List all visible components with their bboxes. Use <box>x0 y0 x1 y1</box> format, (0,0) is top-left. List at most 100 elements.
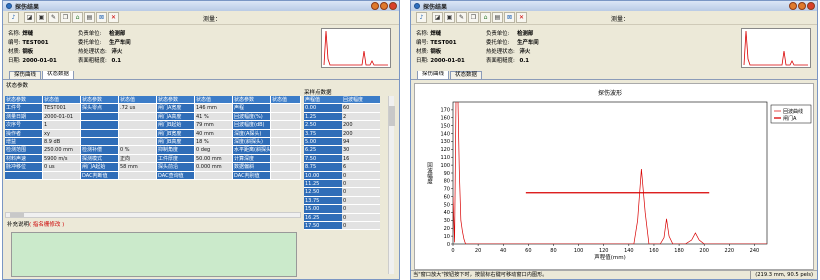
sample-amplitude-cell[interactable]: 0 <box>342 196 380 206</box>
close-window-button[interactable] <box>807 2 815 10</box>
status-value-cell[interactable]: 正向 <box>119 154 157 164</box>
sample-amplitude-cell[interactable]: 0 <box>342 171 380 180</box>
sample-amplitude-cell[interactable]: 6 <box>342 163 380 172</box>
status-param-cell[interactable]: 闸门A宽度 <box>157 104 195 113</box>
status-value-cell[interactable]: 58 mm <box>119 163 157 172</box>
close-window-button[interactable] <box>389 2 397 10</box>
sample-distance-cell[interactable]: 2.50 <box>304 121 342 130</box>
status-value-cell[interactable]: 1 <box>43 121 81 130</box>
sample-distance-cell[interactable]: 17.50 <box>304 222 342 231</box>
waveform-thumbnail[interactable] <box>321 28 391 68</box>
status-param-cell[interactable]: 闸门B宽度 <box>157 129 195 138</box>
status-param-cell[interactable]: 工件厚度 <box>157 154 195 164</box>
sample-distance-cell[interactable]: 15.00 <box>304 205 342 214</box>
status-value-cell[interactable] <box>43 171 81 180</box>
status-param-cell[interactable]: 计算深度 <box>233 154 271 164</box>
status-value-cell[interactable] <box>271 138 301 147</box>
sample-distance-cell[interactable]: 11.25 <box>304 180 342 189</box>
tab-curve[interactable]: 探伤曲线 <box>9 71 42 79</box>
status-param-cell[interactable]: 工件号 <box>5 104 43 113</box>
sample-distance-cell[interactable]: 12.50 <box>304 188 342 197</box>
sample-amplitude-cell[interactable]: 0 <box>342 205 380 214</box>
status-param-cell[interactable]: 探测模式 <box>81 154 119 164</box>
export-icon[interactable]: ⌂ <box>480 12 491 23</box>
sample-distance-cell[interactable]: 5.00 <box>304 138 342 147</box>
maximize-button[interactable] <box>798 2 806 10</box>
chart-area[interactable]: 探伤波形 0 10 20 30 40 50 60 70 80 90 100 110 120 130 140 15… <box>414 83 814 270</box>
status-param-cell[interactable]: 水平距离(斜探头) <box>233 146 271 155</box>
minimize-button[interactable] <box>789 2 797 10</box>
status-param-cell[interactable]: 测量日期 <box>5 112 43 122</box>
chart-icon[interactable]: ♪ <box>8 12 19 23</box>
status-param-cell[interactable]: 闸门A高度 <box>157 112 195 122</box>
status-value-cell[interactable] <box>271 154 301 164</box>
sample-amplitude-cell[interactable]: 0 <box>342 188 380 197</box>
status-param-cell[interactable] <box>81 129 119 138</box>
status-param-cell[interactable]: 抑制角度 <box>157 146 195 155</box>
status-value-cell[interactable] <box>119 138 157 147</box>
status-param-cell[interactable]: DAC判断值 <box>81 171 119 180</box>
tab-status-data[interactable]: 状态数据 <box>42 70 75 79</box>
save-icon[interactable]: ▣ <box>36 12 47 23</box>
status-value-cell[interactable]: 250.00 mm <box>43 146 81 155</box>
sample-distance-cell[interactable]: 8.75 <box>304 163 342 172</box>
tab-status-data[interactable]: 状态数据 <box>450 71 483 79</box>
sample-distance-cell[interactable]: 16.25 <box>304 213 342 222</box>
status-param-cell[interactable]: 材料声速 <box>5 154 43 164</box>
status-param-cell[interactable]: 次序号 <box>5 121 43 130</box>
status-param-cell[interactable] <box>81 112 119 122</box>
status-value-cell[interactable] <box>119 171 157 180</box>
status-param-cell[interactable]: 操作者 <box>5 129 43 138</box>
status-param-cell[interactable]: 闸门B高度 <box>157 138 195 147</box>
status-param-cell[interactable]: 探头前沿 <box>157 163 195 172</box>
status-param-cell[interactable]: 闸门A起始 <box>81 163 119 172</box>
status-param-cell[interactable]: 脉冲移位 <box>5 163 43 172</box>
status-value-cell[interactable] <box>271 129 301 138</box>
horizontal-scrollbar[interactable] <box>5 212 301 218</box>
save-icon[interactable]: ▣ <box>444 12 455 23</box>
status-value-cell[interactable] <box>271 163 301 172</box>
status-value-cell[interactable] <box>271 146 301 155</box>
status-value-cell[interactable]: xy <box>43 129 81 138</box>
status-value-cell[interactable]: 5900 m/s <box>43 154 81 164</box>
status-value-cell[interactable] <box>195 171 233 180</box>
window-zoom-icon[interactable]: ▤ <box>492 12 503 23</box>
open-icon[interactable]: ◪ <box>432 12 443 23</box>
sample-amplitude-cell[interactable]: 94 <box>342 138 380 147</box>
status-param-cell[interactable]: 深度(A探头) <box>233 129 271 138</box>
sample-amplitude-cell[interactable]: 0 <box>342 222 380 231</box>
status-value-cell[interactable]: .72 us <box>119 104 157 113</box>
status-param-cell[interactable]: 深度(斜探头) <box>233 138 271 147</box>
window-zoom-icon[interactable]: ▤ <box>84 12 95 23</box>
status-value-cell[interactable]: 41 % <box>195 112 233 122</box>
status-param-cell[interactable] <box>5 171 43 180</box>
status-param-cell[interactable]: 声程 <box>233 104 271 113</box>
maximize-button[interactable] <box>380 2 388 10</box>
status-value-cell[interactable]: TEST001 <box>43 104 81 113</box>
sample-amplitude-cell[interactable]: 200 <box>342 129 380 138</box>
status-value-cell[interactable] <box>271 104 301 113</box>
status-value-cell[interactable]: 18 % <box>195 138 233 147</box>
sample-distance-cell[interactable]: 13.75 <box>304 196 342 206</box>
status-param-cell[interactable]: 回波幅度(%) <box>233 112 271 122</box>
status-param-cell[interactable]: 闸门B起始 <box>157 121 195 130</box>
status-param-cell[interactable]: 数据偏斜 <box>233 163 271 172</box>
status-param-cell[interactable] <box>81 121 119 130</box>
edit-icon[interactable]: ✎ <box>48 12 59 23</box>
delete-icon[interactable]: ✕ <box>516 12 527 23</box>
open-icon[interactable]: ◪ <box>24 12 35 23</box>
sample-amplitude-cell[interactable]: 60 <box>342 104 380 113</box>
status-value-cell[interactable]: 0 % <box>119 146 157 155</box>
status-value-cell[interactable] <box>119 112 157 122</box>
status-value-cell[interactable] <box>271 112 301 122</box>
delete-icon[interactable]: ✕ <box>108 12 119 23</box>
status-value-cell[interactable] <box>119 129 157 138</box>
status-value-cell[interactable] <box>271 171 301 180</box>
sample-amplitude-cell[interactable]: 30 <box>342 146 380 155</box>
status-param-cell[interactable] <box>81 138 119 147</box>
preview-icon[interactable]: ⊠ <box>504 12 515 23</box>
chart-icon[interactable]: ♪ <box>416 12 427 23</box>
minimize-button[interactable] <box>371 2 379 10</box>
status-value-cell[interactable]: 8.9 dB <box>43 138 81 147</box>
status-param-cell[interactable]: 检测补偿 <box>81 146 119 155</box>
